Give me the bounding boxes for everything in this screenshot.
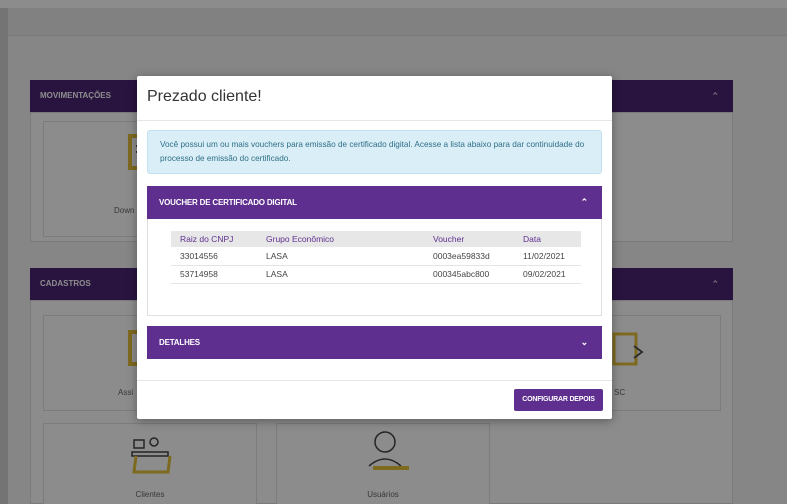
cell-voucher: 0003ea59833d (424, 247, 514, 266)
voucher-modal: Prezado cliente! Você possui um ou mais … (137, 76, 612, 419)
cell-voucher: 000345abc800 (424, 265, 514, 284)
modal-footer-divider (137, 380, 612, 381)
accordion-voucher-body: Raiz do CNPJ Grupo Econômico Voucher Dat… (147, 219, 602, 316)
cell-cnpj: 33014556 (171, 247, 257, 266)
table-header-row: Raiz do CNPJ Grupo Econômico Voucher Dat… (171, 231, 581, 247)
cell-data: 11/02/2021 (514, 247, 581, 266)
cell-data: 09/02/2021 (514, 265, 581, 284)
chevron-up-icon[interactable]: ⌃ (581, 186, 589, 219)
configure-later-button[interactable]: CONFIGURAR DEPOIS (514, 389, 603, 411)
chevron-down-icon[interactable]: ⌄ (581, 326, 589, 359)
accordion-voucher-title: VOUCHER DE CERTIFICADO DIGITAL (159, 198, 297, 207)
column-header: Grupo Econômico (257, 231, 424, 247)
cell-grupo: LASA (257, 247, 424, 266)
column-header: Raiz do CNPJ (171, 231, 257, 247)
column-header: Data (514, 231, 581, 247)
cell-cnpj: 53714958 (171, 265, 257, 284)
voucher-table: Raiz do CNPJ Grupo Econômico Voucher Dat… (171, 231, 581, 284)
table-row[interactable]: 33014556 LASA 0003ea59833d 11/02/2021 (171, 247, 581, 266)
modal-header-divider (137, 120, 612, 121)
cell-grupo: LASA (257, 265, 424, 284)
modal-title: Prezado cliente! (147, 88, 262, 105)
column-header: Voucher (424, 231, 514, 247)
accordion-voucher-header[interactable]: VOUCHER DE CERTIFICADO DIGITAL ⌃ (147, 186, 602, 219)
info-alert: Você possui um ou mais vouchers para emi… (147, 130, 602, 174)
accordion-details-header[interactable]: DETALHES ⌄ (147, 326, 602, 359)
table-row[interactable]: 53714958 LASA 000345abc800 09/02/2021 (171, 265, 581, 284)
accordion-details-title: DETALHES (159, 338, 200, 347)
